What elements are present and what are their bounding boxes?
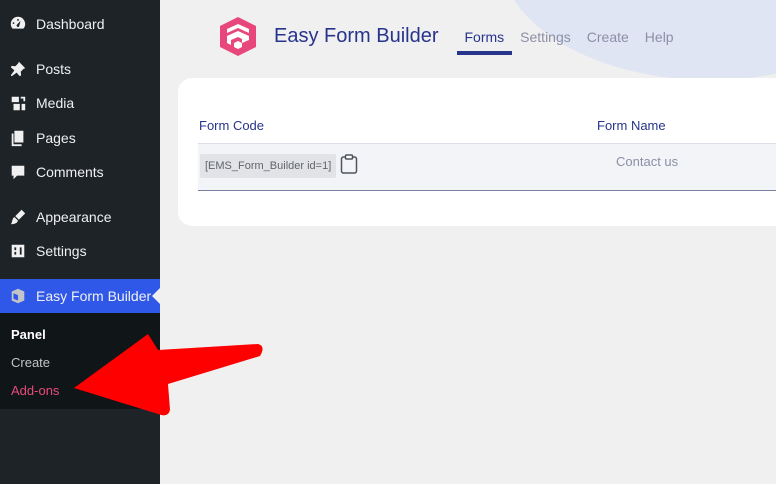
submenu-item-create[interactable]: Create bbox=[11, 355, 50, 370]
sidebar-item-dashboard[interactable]: Dashboard bbox=[0, 7, 160, 41]
clipboard-icon[interactable] bbox=[340, 154, 358, 174]
sidebar-item-label: Comments bbox=[36, 164, 104, 180]
plugin-header: Easy Form Builder Forms Settings Create … bbox=[216, 14, 682, 58]
sidebar-item-label: Settings bbox=[36, 243, 87, 259]
brand-title: Easy Form Builder bbox=[274, 24, 439, 47]
column-header-form-code: Form Code bbox=[199, 118, 265, 133]
forms-table-card: Form Code Form Name [EMS_Form_Builder id… bbox=[178, 78, 776, 226]
column-header-form-name: Form Name bbox=[597, 118, 666, 133]
annotation-arrow-icon bbox=[74, 334, 263, 416]
tab-settings[interactable]: Settings bbox=[512, 29, 579, 55]
media-icon bbox=[8, 93, 28, 113]
sidebar-item-media[interactable]: Media bbox=[0, 86, 160, 120]
tab-create[interactable]: Create bbox=[579, 29, 637, 55]
sidebar-item-pages[interactable]: Pages bbox=[0, 121, 160, 155]
sidebar-item-easy-form-builder[interactable]: Easy Form Builder bbox=[0, 279, 160, 313]
table-row: [EMS_Form_Builder id=1] Contact us bbox=[198, 143, 776, 191]
comments-icon bbox=[8, 162, 28, 182]
dashboard-icon bbox=[8, 14, 28, 34]
efb-logo bbox=[220, 17, 256, 56]
form-shortcode[interactable]: [EMS_Form_Builder id=1] bbox=[200, 154, 337, 178]
sidebar-item-settings[interactable]: Settings bbox=[0, 234, 160, 268]
submenu-item-add-ons[interactable]: Add-ons bbox=[11, 383, 59, 398]
tab-forms[interactable]: Forms bbox=[456, 29, 513, 55]
efb-icon bbox=[8, 286, 28, 306]
submenu-item-panel[interactable]: Panel bbox=[11, 327, 46, 342]
sidebar-item-label: Dashboard bbox=[36, 16, 105, 32]
sidebar-item-label: Media bbox=[36, 95, 75, 111]
pin-icon bbox=[8, 59, 28, 79]
paintbrush-icon bbox=[8, 207, 28, 227]
pages-icon bbox=[8, 128, 28, 148]
sidebar-item-label: Pages bbox=[36, 130, 76, 146]
sidebar-item-label: Easy Form Builder bbox=[36, 288, 152, 304]
sidebar-item-appearance[interactable]: Appearance bbox=[0, 200, 160, 234]
sidebar-item-posts[interactable]: Posts bbox=[0, 52, 160, 86]
sidebar-item-comments[interactable]: Comments bbox=[0, 155, 160, 189]
form-name-cell: Contact us bbox=[616, 154, 679, 169]
settings-icon bbox=[8, 241, 28, 261]
sidebar-item-label: Appearance bbox=[36, 209, 112, 225]
tab-help[interactable]: Help bbox=[637, 29, 682, 55]
sidebar-item-label: Posts bbox=[36, 61, 72, 77]
